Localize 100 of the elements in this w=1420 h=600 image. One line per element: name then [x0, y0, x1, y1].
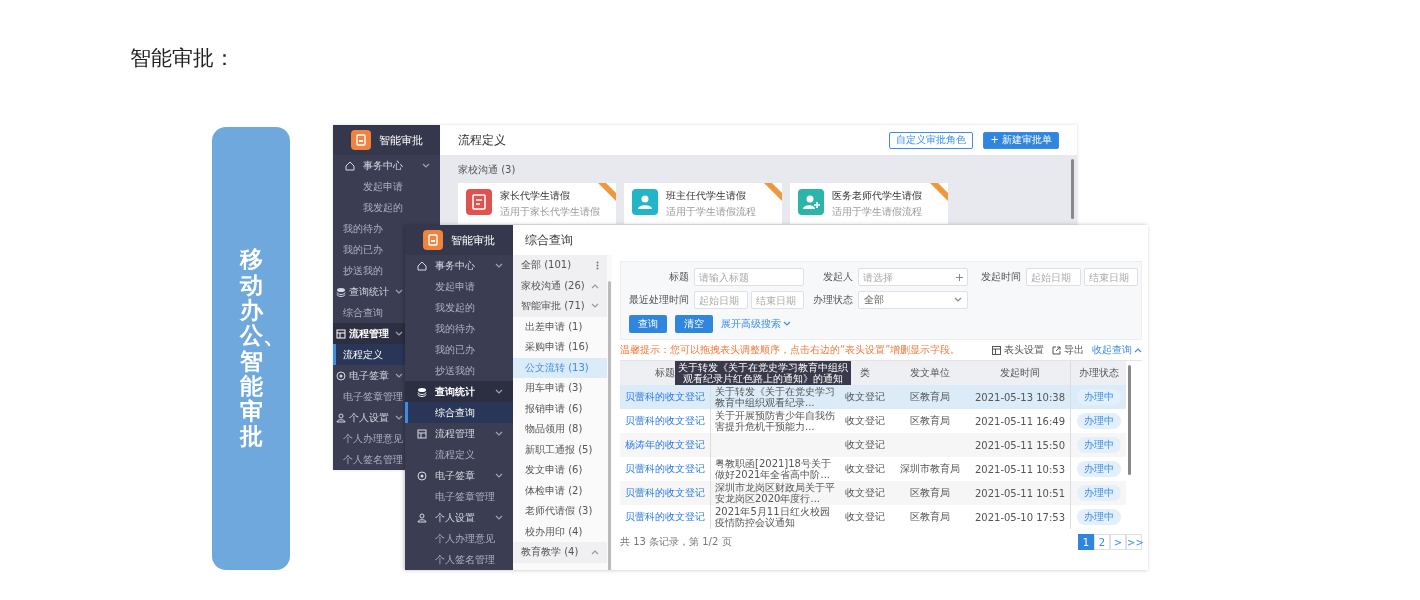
nav-group[interactable]: 事务中心 [333, 155, 440, 176]
clear-button[interactable]: 清空 [675, 315, 713, 333]
category-group[interactable]: 智能审批 (71) [513, 296, 607, 317]
record-link[interactable]: 贝蕾科的收文登记 [625, 414, 705, 428]
column-header: 类 [860, 366, 870, 380]
table-cell: 关于开展预防青少年自我伤害提升危机干预能力... [715, 410, 836, 432]
chevron-down-icon [422, 162, 430, 169]
category-item[interactable]: 全部 (101) [513, 255, 607, 276]
tooltip: 关于转发《关于在党史学习教育中组织观看纪录片红色路上的通知》的通知 [675, 361, 851, 385]
window-icon [417, 428, 427, 439]
new-form-button[interactable]: + 新建审批单 [983, 131, 1059, 149]
nav-item[interactable]: 抄送我的 [405, 360, 513, 381]
table-row[interactable]: 杨涛年的收文登记 收文登记 2021-05-11 15:50 办理中 [620, 433, 1126, 457]
field-label: 发起时间 [980, 270, 1021, 284]
page-title: 流程定义 [458, 131, 507, 149]
nav-item[interactable]: 电子签章管理 [405, 486, 513, 507]
app-title: 智能审批 [379, 132, 423, 148]
nav-item[interactable]: 发起申请 [405, 276, 513, 297]
table-cell: 2021-05-11 15:50 [974, 439, 1066, 451]
window-icon [336, 328, 346, 339]
nav-group[interactable]: 电子签章 [405, 465, 513, 486]
nav-item[interactable]: 个人签名管理 [405, 549, 513, 570]
status-dropdown[interactable]: 全部 [858, 291, 968, 309]
scrollbar[interactable] [608, 281, 611, 570]
date-input[interactable]: 起始日期 [1026, 268, 1081, 286]
table-cell: 收文登记 [845, 486, 885, 500]
card-title: 医务老师代学生请假 [832, 189, 922, 203]
chevron-down-icon [395, 330, 403, 337]
status-badge: 办理中 [1076, 485, 1121, 501]
nav-group[interactable]: 查询统计 [405, 381, 513, 402]
plus-icon [956, 274, 963, 281]
nav-group[interactable]: 事务中心 [405, 255, 513, 276]
scrollbar[interactable] [1071, 159, 1074, 219]
table-cell: 收文登记 [845, 510, 885, 524]
process-card[interactable]: 家长代学生请假 适用于家长代学生请假 [458, 183, 616, 224]
table-cell-text: 粤教职函[2021]18号关于做好2021年全省高中阶... [715, 458, 832, 480]
date-input[interactable]: 起始日期 [694, 291, 748, 309]
table-cell: 深圳市教育局 [900, 462, 960, 476]
column-settings-link[interactable]: 表头设置 [992, 343, 1044, 357]
nav-group[interactable]: 查询统计 [333, 281, 405, 302]
nav-item[interactable]: 个人签名管理 [333, 449, 405, 470]
nav-item[interactable]: 我发起的 [333, 197, 440, 218]
chevron-up-icon [1134, 347, 1142, 353]
nav-group[interactable]: 个人设置 [405, 507, 513, 528]
nav-group[interactable]: 流程管理 [333, 323, 405, 344]
nav-item[interactable]: 电子签章管理 [333, 386, 405, 407]
page-button[interactable]: 2 [1094, 534, 1110, 550]
stamp-icon [417, 470, 427, 481]
nav-group[interactable]: 电子签章 [333, 365, 405, 386]
user-icon [417, 512, 427, 523]
slide-heading: 智能审批： [130, 45, 235, 72]
page-button[interactable]: > [1110, 534, 1126, 550]
nav-item[interactable]: 个人办理意见 [405, 528, 513, 549]
person-picker-field[interactable]: 请选择 [858, 268, 968, 286]
record-link[interactable]: 贝蕾科的收文登记 [625, 462, 705, 476]
chevron-down-icon [495, 472, 503, 479]
nav-item[interactable]: 发起申请 [333, 176, 440, 197]
layers-icon [336, 286, 346, 297]
card-description: 适用于学生请假流程 [832, 205, 922, 219]
table-cell: 深圳市龙岗区财政局关于平安龙岗区2020年度行... [715, 482, 836, 504]
category-group[interactable]: 教育教学 (4) [513, 542, 607, 563]
process-card[interactable]: 医务老师代学生请假 适用于学生请假流程 [790, 183, 948, 224]
table-cell: 2021-05-13 10:38 [974, 391, 1066, 403]
field-label: 标题 [668, 270, 689, 284]
chevron-down-icon [495, 430, 503, 437]
nav-item[interactable]: 抄送我的 [333, 260, 405, 281]
export-link[interactable]: 导出 [1052, 343, 1084, 357]
nav-item[interactable]: 我的待办 [405, 318, 513, 339]
process-card[interactable]: 班主任代学生请假 适用于学生请假流程 [624, 183, 782, 224]
title-input[interactable]: 请输入标题 [694, 268, 804, 286]
category-group[interactable]: 家校沟通 (26) [513, 275, 607, 296]
nav-group[interactable]: 个人设置 [333, 407, 405, 428]
user-icon [336, 412, 346, 423]
nav-item[interactable]: 个人办理意见 [333, 428, 405, 449]
nav-item[interactable]: 流程定义 [333, 344, 405, 365]
nav-group[interactable]: 流程管理 [405, 423, 513, 444]
search-button[interactable]: 查询 [629, 315, 667, 333]
nav-item[interactable]: 流程定义 [405, 444, 513, 465]
export-icon [1052, 345, 1061, 355]
nav-item[interactable]: 综合查询 [405, 402, 513, 423]
date-input[interactable]: 结束日期 [750, 291, 804, 309]
collapse-link[interactable]: 收起查询 [1092, 343, 1142, 357]
record-link[interactable]: 贝蕾科的收文登记 [625, 390, 705, 404]
nav-item[interactable]: 我的已办 [333, 239, 405, 260]
record-link[interactable]: 贝蕾科的收文登记 [625, 486, 705, 500]
chevron-down-icon [395, 414, 403, 421]
column-header: 办理状态 [1078, 366, 1119, 380]
record-link[interactable]: 杨涛年的收文登记 [625, 438, 705, 452]
nav-item[interactable]: 综合查询 [333, 302, 405, 323]
page-button[interactable]: >> [1126, 534, 1142, 550]
table-cell: 2021-05-10 17:53 [974, 511, 1066, 523]
scrollbar[interactable] [1128, 365, 1131, 475]
nav-item[interactable]: 我的已办 [405, 339, 513, 360]
roles-button[interactable]: 自定义审批角色 [889, 131, 974, 149]
record-link[interactable]: 贝蕾科的收文登记 [625, 510, 705, 524]
nav-item[interactable]: 我发起的 [405, 297, 513, 318]
date-input[interactable]: 结束日期 [1083, 268, 1138, 286]
card-title: 家长代学生请假 [500, 189, 571, 203]
nav-item[interactable]: 我的待办 [333, 218, 405, 239]
page-button[interactable]: 1 [1078, 534, 1094, 550]
